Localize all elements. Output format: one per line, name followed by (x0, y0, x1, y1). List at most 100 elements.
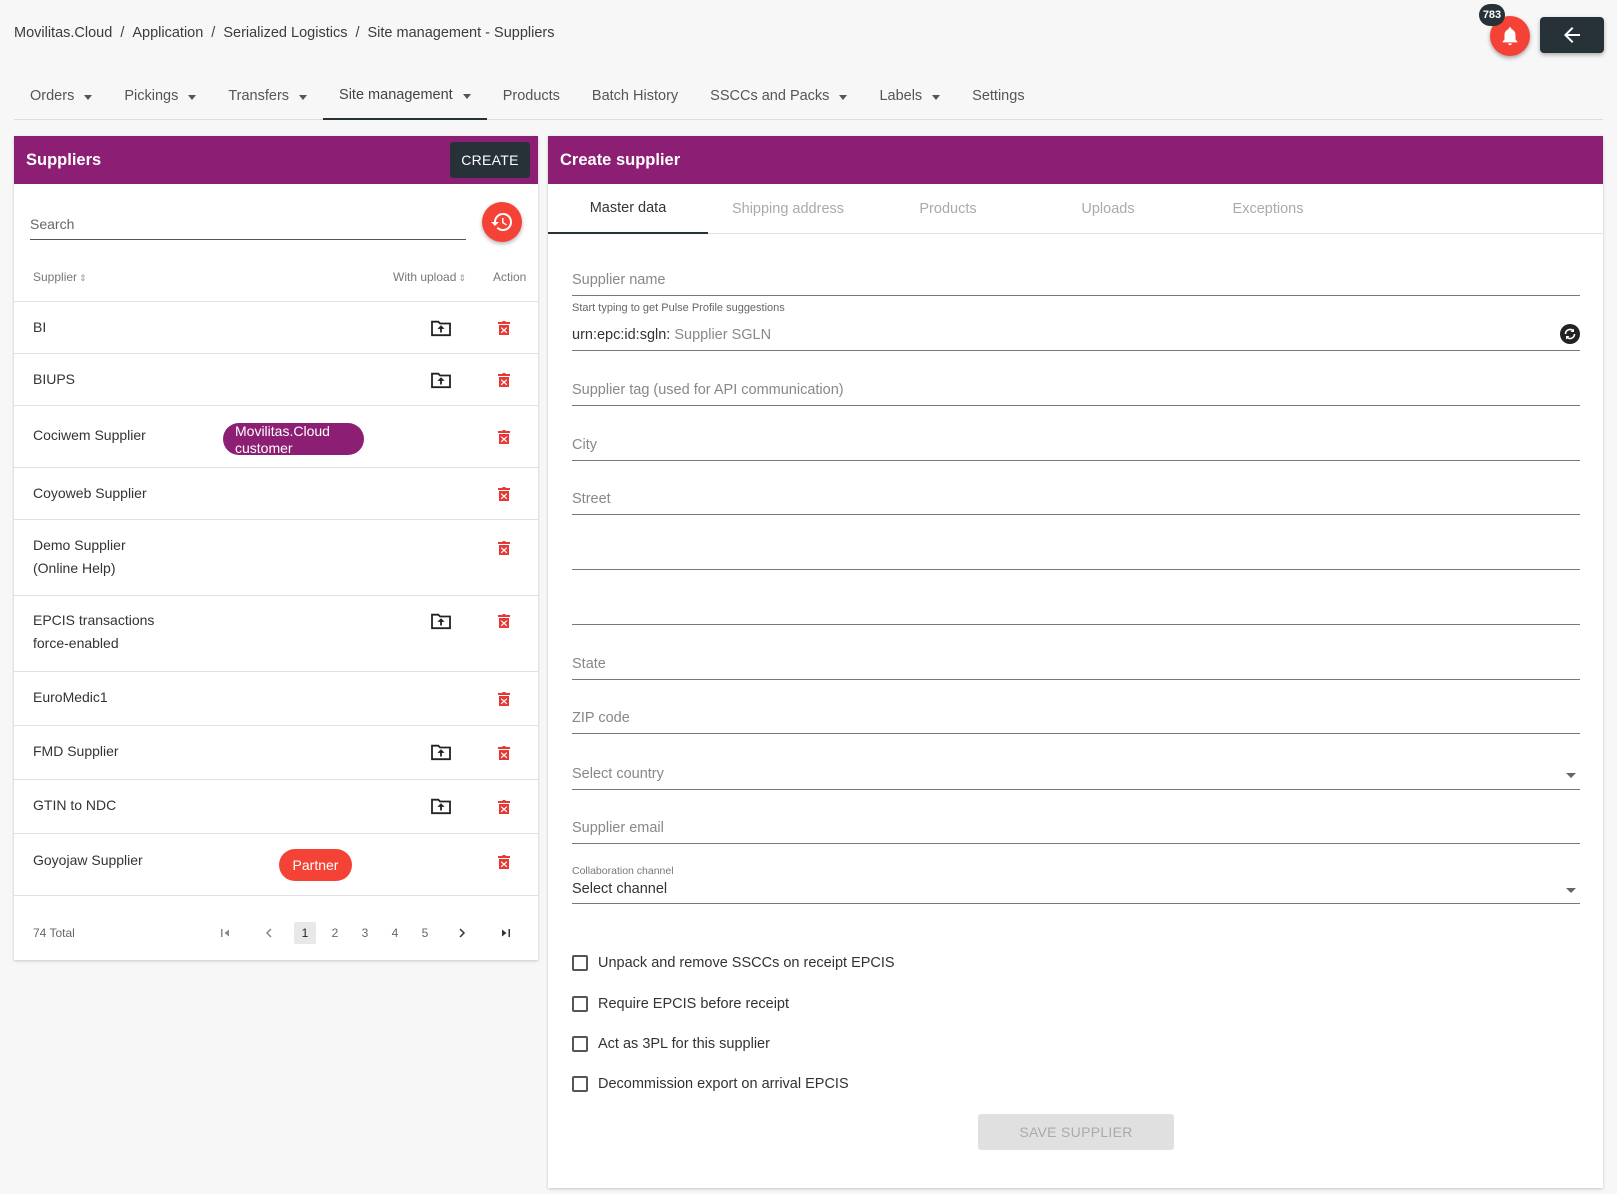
delete-icon[interactable] (497, 613, 511, 629)
table-row[interactable]: EPCIS transactions force-enabled (14, 596, 538, 672)
table-row[interactable]: BIUPS (14, 354, 538, 406)
nav-batch-history[interactable]: Batch History (576, 72, 694, 120)
checkbox-box[interactable] (572, 955, 588, 971)
state-field[interactable]: State (572, 652, 1580, 680)
supplier-name: FMD Supplier (33, 743, 119, 759)
first-page-icon[interactable] (214, 922, 236, 944)
folder-upload-icon[interactable] (430, 797, 452, 815)
supplier-name-hint: Start typing to get Pulse Profile sugges… (572, 302, 785, 314)
delete-icon[interactable] (497, 854, 511, 870)
caret-down-icon (299, 94, 308, 100)
street-line-3-field[interactable] (572, 597, 1580, 625)
folder-upload-icon[interactable] (430, 371, 452, 389)
page-1[interactable]: 1 (294, 922, 316, 944)
zip-code-field[interactable]: ZIP code (572, 706, 1580, 734)
checkbox-box[interactable] (572, 996, 588, 1012)
nav-orders[interactable]: Orders (14, 72, 108, 120)
page-3[interactable]: 3 (354, 922, 376, 944)
folder-upload-icon[interactable] (430, 319, 452, 337)
table-row[interactable]: EuroMedic1 (14, 672, 538, 726)
caret-down-icon (932, 94, 941, 100)
bell-icon (1502, 27, 1518, 46)
checkbox-require-epcis[interactable]: Require EPCIS before receipt (572, 996, 789, 1012)
table-row[interactable]: BI (14, 302, 538, 354)
back-button[interactable] (1540, 17, 1604, 53)
checkbox-box[interactable] (572, 1036, 588, 1052)
caret-down-icon (188, 94, 197, 100)
breadcrumb-item-serialized-logistics[interactable]: Serialized Logistics (223, 25, 347, 41)
page-2[interactable]: 2 (324, 922, 346, 944)
form-tabs: Master data Shipping address Products Up… (548, 184, 1603, 234)
checkbox-act-as-3pl[interactable]: Act as 3PL for this supplier (572, 1036, 770, 1052)
prev-page-icon[interactable] (258, 922, 280, 944)
nav-settings[interactable]: Settings (956, 72, 1040, 120)
column-with-upload[interactable]: With upload ⇕ (393, 270, 466, 284)
checkbox-label: Decommission export on arrival EPCIS (598, 1076, 849, 1092)
tab-exceptions[interactable]: Exceptions (1188, 184, 1348, 234)
page-4[interactable]: 4 (384, 922, 406, 944)
suppliers-panel-header: Suppliers CREATE (14, 136, 538, 184)
delete-icon[interactable] (497, 745, 511, 761)
checkbox-decommission-export[interactable]: Decommission export on arrival EPCIS (572, 1076, 849, 1092)
next-page-icon[interactable] (451, 922, 473, 944)
supplier-sgln-field[interactable]: urn:epc:id:sgln: Supplier SGLN (572, 323, 1580, 351)
delete-icon[interactable] (497, 320, 511, 336)
table-row[interactable]: FMD Supplier (14, 726, 538, 780)
street-field[interactable]: Street (572, 487, 1580, 515)
search-input[interactable]: Search (30, 210, 466, 240)
table-row[interactable]: GTIN to NDC (14, 780, 538, 834)
city-field[interactable]: City (572, 433, 1580, 461)
checkbox-unpack-remove-ssccs[interactable]: Unpack and remove SSCCs on receipt EPCIS (572, 955, 895, 971)
country-select[interactable]: Select country (572, 762, 1580, 790)
supplier-name: GTIN to NDC (33, 797, 117, 813)
delete-icon[interactable] (497, 486, 511, 502)
tab-master-data[interactable]: Master data (548, 184, 708, 234)
chevron-right-icon (459, 928, 466, 938)
supplier-tag-field[interactable]: Supplier tag (used for API communication… (572, 378, 1580, 406)
sgln-prefix: urn:epc:id:sgln: (572, 327, 671, 343)
last-page-icon[interactable] (495, 922, 517, 944)
breadcrumb-item-root[interactable]: Movilitas.Cloud (14, 25, 112, 41)
nav-label: Transfers (228, 88, 290, 104)
folder-upload-icon[interactable] (430, 612, 452, 630)
nav-ssccs-and-packs[interactable]: SSCCs and Packs (694, 72, 863, 120)
nav-label: Settings (972, 88, 1025, 104)
breadcrumb-item-application[interactable]: Application (132, 25, 203, 41)
table-row[interactable]: Goyojaw Supplier Partner (14, 834, 538, 896)
supplier-name-field[interactable]: Supplier name (572, 268, 1580, 296)
reset-filter-button[interactable] (482, 202, 522, 242)
column-supplier[interactable]: Supplier ⇕ (33, 270, 87, 284)
delete-icon[interactable] (497, 429, 511, 445)
nav-pickings[interactable]: Pickings (108, 72, 212, 120)
save-supplier-button[interactable]: SAVE SUPPLIER (978, 1114, 1174, 1150)
delete-icon[interactable] (497, 799, 511, 815)
checkbox-label: Require EPCIS before receipt (598, 996, 790, 1012)
nav-labels[interactable]: Labels (863, 72, 956, 120)
nav-transfers[interactable]: Transfers (212, 72, 323, 120)
checkbox-label: Unpack and remove SSCCs on receipt EPCIS (598, 955, 895, 971)
folder-upload-icon[interactable] (430, 743, 452, 761)
tab-products[interactable]: Products (868, 184, 1028, 234)
page-5[interactable]: 5 (414, 922, 436, 944)
collaboration-channel-label: Collaboration channel (572, 865, 674, 877)
delete-icon[interactable] (497, 372, 511, 388)
nav-site-management[interactable]: Site management (323, 72, 487, 120)
pagination: 74 Total 1 2 3 4 5 (14, 904, 538, 960)
sync-icon[interactable] (1560, 324, 1580, 344)
collaboration-channel-select[interactable]: Select channel (572, 878, 1580, 904)
checkbox-box[interactable] (572, 1076, 588, 1092)
table-row[interactable]: Cociwem Supplier Movilitas.Cloud custome… (14, 406, 538, 468)
field-placeholder: Supplier tag (used for API communication… (572, 382, 844, 398)
nav-products[interactable]: Products (487, 72, 576, 120)
create-button[interactable]: CREATE (450, 142, 530, 178)
delete-icon[interactable] (497, 691, 511, 707)
delete-icon[interactable] (497, 540, 511, 556)
street-line-2-field[interactable] (572, 542, 1580, 570)
supplier-name: Cociwem Supplier (33, 427, 146, 443)
table-row[interactable]: Coyoweb Supplier (14, 468, 538, 520)
tab-shipping-address[interactable]: Shipping address (708, 184, 868, 234)
tab-uploads[interactable]: Uploads (1028, 184, 1188, 234)
supplier-email-field[interactable]: Supplier email (572, 816, 1580, 844)
nav-label: SSCCs and Packs (710, 88, 830, 104)
table-row[interactable]: Demo Supplier (Online Help) (14, 520, 538, 596)
